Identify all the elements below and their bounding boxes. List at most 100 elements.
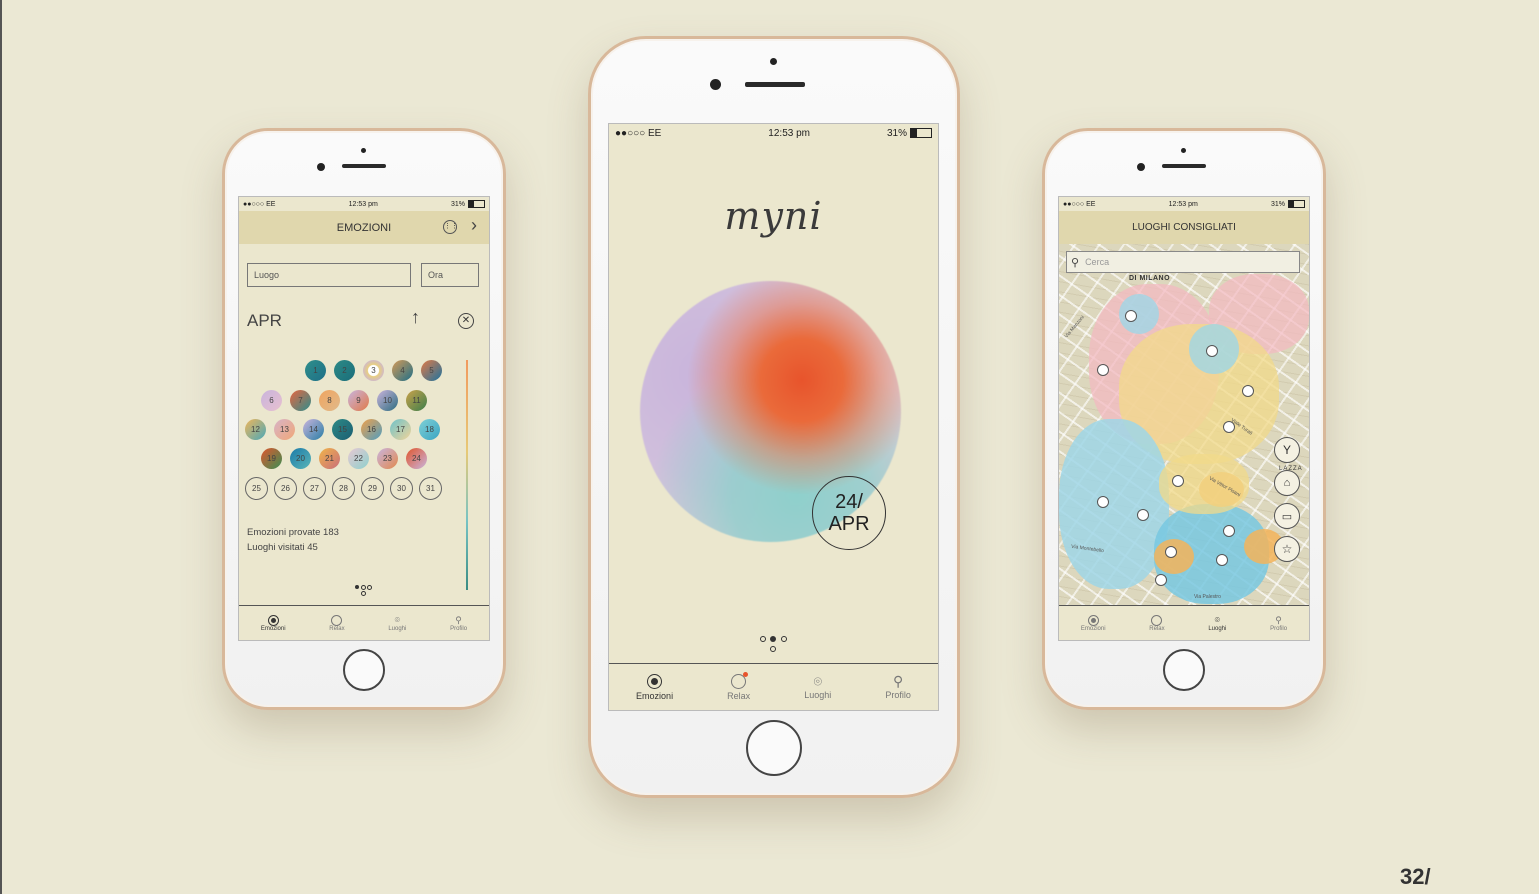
- map-pin[interactable]: [1125, 310, 1137, 322]
- calendar-day-label: 24: [412, 454, 421, 463]
- filter-favorites-button[interactable]: ☆: [1274, 536, 1300, 562]
- tab-bar: Emozioni Relax ⌾ Luoghi ⚲ Profilo: [1059, 605, 1309, 640]
- battery-indicator: 31%: [1271, 200, 1305, 208]
- calendar-day[interactable]: 7: [290, 390, 311, 411]
- calendar-day[interactable]: 9: [348, 390, 369, 411]
- map-pin[interactable]: [1172, 475, 1184, 487]
- calendar-day[interactable]: 15: [332, 419, 353, 440]
- calendar-day-label: 4: [400, 366, 405, 375]
- emotions-screen: ●●○○○ EE 12:53 pm 31% EMOZIONI ⋮⋮ › Luog…: [238, 196, 490, 641]
- home-button[interactable]: [343, 649, 385, 691]
- profile-person-icon: ⚲: [455, 614, 462, 625]
- carrier-label: ●●○○○ EE: [615, 127, 662, 139]
- tab-relax[interactable]: Relax: [727, 671, 750, 701]
- page-title: LUOGHI CONSIGLIATI: [1132, 222, 1236, 233]
- home-button[interactable]: [746, 720, 802, 776]
- city-map[interactable]: DI MILANO LAZZA Via Montebello Via Pales…: [1059, 244, 1309, 606]
- map-pin[interactable]: [1137, 509, 1149, 521]
- date-day: 24/: [835, 491, 863, 513]
- calendar-day[interactable]: 29: [361, 477, 384, 500]
- map-pin[interactable]: [1155, 574, 1167, 586]
- calendar-day[interactable]: 23: [377, 448, 398, 469]
- earpiece-speaker: [745, 82, 805, 87]
- tab-emozioni[interactable]: Emozioni: [1081, 614, 1106, 632]
- map-pin[interactable]: [1223, 421, 1235, 433]
- map-pin[interactable]: [1206, 345, 1218, 357]
- tab-profilo[interactable]: ⚲ Profilo: [885, 674, 911, 700]
- home-button[interactable]: [1163, 649, 1205, 691]
- calendar-day-label: 20: [296, 454, 305, 463]
- page-indicator: [353, 583, 377, 597]
- calendar-day[interactable]: 22: [348, 448, 369, 469]
- calendar-day[interactable]: 8: [319, 390, 340, 411]
- calendar-day[interactable]: 4: [392, 360, 413, 381]
- tab-bar: Emozioni Relax ⌾ Luoghi ⚲ Profilo: [239, 605, 489, 640]
- calendar-day[interactable]: 16: [361, 419, 382, 440]
- calendar-day[interactable]: 27: [303, 477, 326, 500]
- calendar-day[interactable]: 13: [274, 419, 295, 440]
- calendar-day[interactable]: 28: [332, 477, 355, 500]
- calendar-day[interactable]: 18: [419, 419, 440, 440]
- map-pin[interactable]: [1165, 546, 1177, 558]
- tab-emozioni[interactable]: Emozioni: [636, 673, 673, 701]
- tab-bar: Emozioni Relax ⌾ Luoghi ⚲ Profilo: [609, 663, 938, 710]
- calendar-day[interactable]: 3: [363, 360, 384, 381]
- status-bar: ●●○○○ EE 12:53 pm 31%: [1059, 197, 1309, 211]
- tab-relax[interactable]: Relax: [329, 614, 345, 632]
- map-pin[interactable]: [1242, 385, 1254, 397]
- calendar-day[interactable]: 6: [261, 390, 282, 411]
- tab-emozioni[interactable]: Emozioni: [261, 614, 286, 632]
- tab-profilo[interactable]: ⚲ Profilo: [1270, 615, 1287, 632]
- calendar-day-label: 18: [425, 425, 434, 434]
- calendar-day[interactable]: 21: [319, 448, 340, 469]
- filter-drinks-button[interactable]: Y: [1274, 437, 1300, 463]
- calendar-day[interactable]: 11: [406, 390, 427, 411]
- calendar-day[interactable]: 5: [421, 360, 442, 381]
- calendar-day[interactable]: 20: [290, 448, 311, 469]
- tab-luoghi[interactable]: ⌾ Luoghi: [804, 674, 831, 700]
- calendar-day[interactable]: 1: [305, 360, 326, 381]
- page-indicator: [759, 634, 789, 654]
- calendar-day[interactable]: 14: [303, 419, 324, 440]
- map-pin[interactable]: [1223, 525, 1235, 537]
- calendar-day-label: 6: [269, 396, 274, 405]
- map-pin[interactable]: [1216, 554, 1228, 566]
- clock: 12:53 pm: [768, 127, 810, 139]
- calendar-day[interactable]: 26: [274, 477, 297, 500]
- calendar-day[interactable]: 12: [245, 419, 266, 440]
- presentation-slide: ●●○○○ EE 12:53 pm 31% EMOZIONI ⋮⋮ › Luog…: [0, 0, 1539, 894]
- map-pin[interactable]: [1097, 364, 1109, 376]
- tab-relax[interactable]: Relax: [1149, 614, 1165, 632]
- calendar-day[interactable]: 31: [419, 477, 442, 500]
- calendar-day[interactable]: 10: [377, 390, 398, 411]
- bag-icon: ⌂: [1283, 477, 1291, 489]
- calendar-day-label: 31: [426, 484, 435, 493]
- calendar-day-label: 19: [267, 454, 276, 463]
- calendar-day-label: 13: [280, 425, 289, 434]
- search-icon: ⚲: [1071, 256, 1080, 269]
- calendar-day[interactable]: 24: [406, 448, 427, 469]
- right-phone: ●●○○○ EE 12:53 pm 31% LUOGHI CONSIGLIATI: [1042, 128, 1326, 710]
- profile-person-icon: ⚲: [893, 673, 904, 689]
- calendar-day[interactable]: 25: [245, 477, 268, 500]
- date-month: APR: [828, 513, 870, 535]
- calendar-day[interactable]: 2: [334, 360, 355, 381]
- calendar-day[interactable]: 30: [390, 477, 413, 500]
- tab-luoghi[interactable]: ⌾ Luoghi: [1208, 615, 1226, 632]
- calendar-day-label: 7: [298, 396, 303, 405]
- tab-luoghi[interactable]: ⌾ Luoghi: [388, 615, 406, 632]
- filter-shopping-button[interactable]: ⌂: [1274, 470, 1300, 496]
- location-pin-icon: ⌾: [813, 673, 822, 689]
- relax-target-icon: [331, 614, 343, 626]
- app-logo: myni: [724, 194, 823, 238]
- tab-profilo[interactable]: ⚲ Profilo: [450, 615, 467, 632]
- profile-person-icon: ⚲: [1275, 614, 1282, 625]
- calendar-day[interactable]: 19: [261, 448, 282, 469]
- date-badge[interactable]: 24/ APR: [812, 476, 886, 550]
- center-phone: ●●○○○ EE 12:53 pm 31% myni 24/ APR Emozi…: [588, 36, 960, 798]
- battery-indicator: 31%: [887, 128, 932, 139]
- search-bar[interactable]: ⚲ Cerca: [1066, 251, 1300, 273]
- filter-culture-button[interactable]: ▭: [1274, 503, 1300, 529]
- calendar-day[interactable]: 17: [390, 419, 411, 440]
- map-pin[interactable]: [1097, 496, 1109, 508]
